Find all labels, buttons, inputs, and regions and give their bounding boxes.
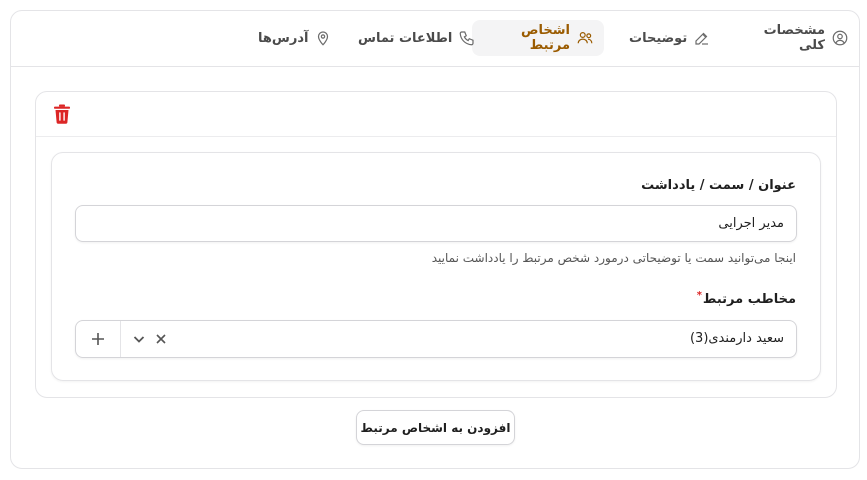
required-mark: * — [696, 290, 702, 301]
tab-addresses[interactable]: آدرس‌ها — [248, 20, 342, 56]
clear-icon[interactable] — [154, 331, 168, 347]
contact-select[interactable]: سعید دارمندی(3) — [75, 320, 797, 358]
tab-general-info[interactable]: مشخصات کلی — [746, 20, 859, 56]
related-person-card: عنوان / سمت / یادداشت مدیر اجرایی اینجا … — [35, 91, 837, 398]
tab-bar: مشخصات کلی توضیحات اشخاص مرتبط اطلاعات ت… — [11, 11, 859, 67]
add-contact-button[interactable] — [76, 321, 120, 357]
plus-icon — [92, 333, 104, 345]
contact-label: مخاطب مرتبط* — [696, 290, 796, 307]
trash-icon[interactable] — [53, 104, 71, 124]
edit-icon — [695, 32, 709, 45]
location-pin-icon — [318, 31, 329, 46]
add-related-person-button[interactable]: افزودن به اشخاص مرتبط — [356, 410, 515, 445]
tab-contact-info[interactable]: اطلاعات تماس — [348, 20, 486, 56]
chevron-down-icon[interactable] — [132, 331, 146, 347]
tab-label: آدرس‌ها — [258, 30, 309, 46]
select-divider — [120, 321, 121, 357]
tab-label: اطلاعات تماس — [358, 30, 453, 46]
tab-label: توضیحات — [629, 30, 688, 46]
users-icon — [577, 32, 593, 44]
title-label: عنوان / سمت / یادداشت — [641, 178, 796, 193]
tab-label: مشخصات کلی — [763, 23, 825, 53]
related-person-form: عنوان / سمت / یادداشت مدیر اجرایی اینجا … — [51, 152, 821, 381]
user-circle-icon — [832, 30, 848, 46]
tab-description[interactable]: توضیحات — [619, 20, 721, 56]
title-hint: اینجا می‌توانید سمت یا توضیحاتی درمورد ش… — [431, 251, 796, 265]
title-input[interactable]: مدیر اجرایی — [75, 205, 797, 242]
phone-icon — [459, 31, 474, 46]
contact-select-value[interactable]: سعید دارمندی(3) — [690, 321, 784, 357]
tab-label: اشخاص مرتبط — [521, 23, 570, 53]
tab-related-persons[interactable]: اشخاص مرتبط — [472, 20, 604, 56]
contact-label-text: مخاطب مرتبط — [702, 292, 796, 307]
card-header — [36, 92, 836, 137]
related-persons-panel: مشخصات کلی توضیحات اشخاص مرتبط اطلاعات ت… — [10, 10, 860, 469]
